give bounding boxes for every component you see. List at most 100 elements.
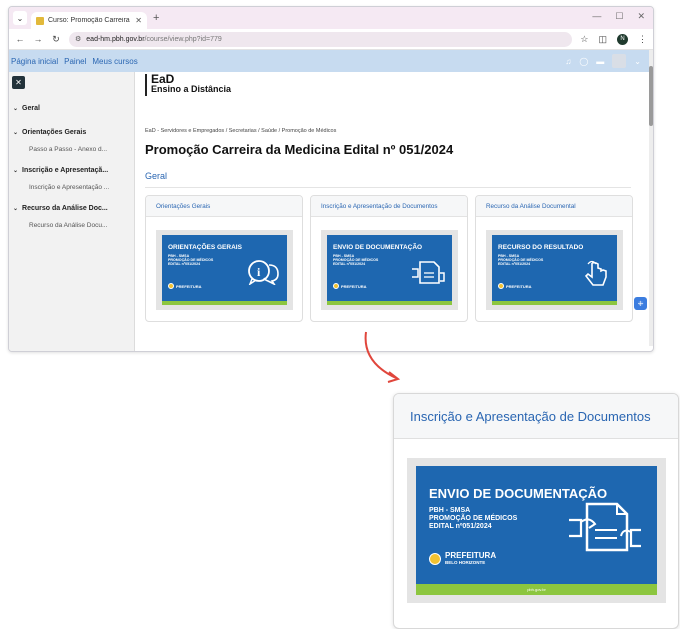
card-banner: RECURSO DO RESULTADO PBH - SMSA PROMOÇÃO… [492,235,617,305]
maximize-button[interactable]: ☐ [615,11,623,22]
zoomed-banner: ENVIO DE DOCUMENTAÇÃO PBH - SMSA PROMOÇÃ… [416,466,657,595]
prefeitura-logo: PREFEITURA BELO HORIZONTE [429,552,496,566]
sidebar-section-orientacoes[interactable]: ⌄ Orientações Gerais [9,126,135,138]
back-icon[interactable]: ← [15,34,25,44]
new-tab-button[interactable]: + [151,12,159,24]
chevron-down-icon: ⌄ [13,205,19,212]
nav-dashboard-link[interactable]: Painel [64,57,86,66]
bookmark-star-icon[interactable]: ☆ [580,34,588,45]
forward-icon[interactable]: → [33,34,43,44]
card-image[interactable]: ENVIO DE DOCUMENTAÇÃO PBH - SMSA PROMOÇÃ… [321,230,458,310]
sidebar-item-recurso[interactable]: Recurso da Análise Docu... [9,219,135,231]
window-controls: — ☐ ✕ [592,11,645,22]
sidebar-item-passo-a-passo[interactable]: Passo a Passo - Anexo d... [9,143,135,155]
sidebar-section-label: Orientações Gerais [22,128,87,136]
address-bar: ← → ↻ ⚙ ead-hm.pbh.gov.br/course/view.ph… [9,29,653,50]
banner-title: ORIENTAÇÕES GERAIS [168,244,242,251]
seal-icon [168,283,174,289]
page-title: Promoção Carreira da Medicina Edital nº … [145,142,454,157]
nav-my-courses-link[interactable]: Meus cursos [92,57,137,66]
logo-text: PREFEITURA [341,283,367,289]
banner-line: EDITAL nº051/2024 [333,262,366,267]
section-title[interactable]: Geral [145,171,167,181]
page-scrollbar[interactable] [649,50,653,346]
logo-divider [145,74,147,96]
browser-menu-icon[interactable]: ⋮ [638,34,647,45]
tab-bar: ⌄ Curso: Promoção Carreira da Me ✕ + — ☐… [9,7,653,29]
course-index-sidebar: ✕ ⌄ Geral ⌄ Orientações Gerais Passo a Pas… [9,72,135,351]
scrollbar-thumb[interactable] [649,66,653,126]
site-nav-bar: Página inicial Painel Meus cursos ♫ ◯ ▬ … [9,50,653,72]
seal-icon [333,283,339,289]
zoomed-card-header[interactable]: Inscrição e Apresentação de Documentos [394,394,678,439]
zoomed-card-image[interactable]: ENVIO DE DOCUMENTAÇÃO PBH - SMSA PROMOÇÃ… [407,458,666,603]
banner-line: EDITAL nº051/2024 [429,523,492,530]
chevron-down-icon: ⌄ [13,129,19,136]
sidebar-item-inscricao[interactable]: Inscrição e Apresentação ... [9,181,135,193]
sidebar-section-inscricao[interactable]: ⌄ Inscrição e Apresentaçã... [9,164,135,176]
activity-card-orientacoes[interactable]: Orientações Gerais ORIENTAÇÕES GERAIS PB… [145,195,303,322]
card-header[interactable]: Inscrição e Apresentação de Documentos [311,196,467,217]
banner-footer [492,301,617,305]
url-path: /course/view.php?id=779 [144,35,222,43]
breadcrumb[interactable]: EaD - Servidores e Empregados / Secretar… [145,128,336,134]
nav-home-link[interactable]: Página inicial [11,57,58,66]
banner-title: ENVIO DE DOCUMENTAÇÃO [333,244,423,251]
course-main: EaD Ensino a Distância EaD - Servidores … [135,72,653,351]
seal-icon [498,283,504,289]
activity-card-recurso[interactable]: Recurso da Análise Documental RECURSO DO… [475,195,633,322]
prefeitura-logo: PREFEITURA [168,283,202,289]
banner-footer: pbh.gov.br [416,584,657,595]
banner-line: PBH - SMSA [429,507,471,514]
document-hand-icon [569,502,641,552]
card-banner: ORIENTAÇÕES GERAIS PBH - SMSA PROMOÇÃO D… [162,235,287,305]
close-window-button[interactable]: ✕ [637,11,645,22]
banner-footer [162,301,287,305]
site-favicon-icon [36,16,44,25]
prefeitura-logo: PREFEITURA [498,283,532,289]
banner-title: RECURSO DO RESULTADO [498,244,584,251]
logo-text: PREFEITURA [506,283,532,289]
chevron-down-icon: ⌄ [13,167,19,174]
banner-line: EDITAL nº051/2024 [498,262,531,267]
minimize-button[interactable]: — [592,11,601,22]
chevron-down-icon: ⌄ [13,105,19,112]
profile-avatar[interactable]: N [617,33,628,45]
browser-tab[interactable]: Curso: Promoção Carreira da Me ✕ [31,12,147,29]
zoomed-card-inscricao[interactable]: Inscrição e Apresentação de Documentos E… [393,393,679,629]
url-host: ead-hm.pbh.gov.br [86,35,145,43]
card-header[interactable]: Recurso da Análise Documental [476,196,632,217]
info-chat-icon: i [248,260,279,285]
document-hand-icon [412,261,445,284]
logo-subtext: BELO HORIZONTE [445,560,486,565]
close-sidebar-button[interactable]: ✕ [12,76,25,89]
messages-icon[interactable]: ◯ [579,57,588,66]
activity-card-inscricao[interactable]: Inscrição e Apresentação de Documentos E… [310,195,468,322]
tab-close-icon[interactable]: ✕ [135,16,142,25]
site-info-icon[interactable]: ⚙ [75,35,81,43]
user-avatar[interactable] [612,54,627,68]
card-banner: ENVIO DE DOCUMENTAÇÃO PBH - SMSA PROMOÇÃ… [327,235,452,305]
curved-arrow-icon [364,331,401,383]
tab-title: Curso: Promoção Carreira da Me [48,17,131,24]
pointer-hand-icon [584,260,607,286]
card-image[interactable]: ORIENTAÇÕES GERAIS PBH - SMSA PROMOÇÃO D… [156,230,293,310]
url-input[interactable]: ⚙ ead-hm.pbh.gov.br/course/view.php?id=7… [69,31,573,47]
extensions-icon[interactable]: ◫ [598,34,607,45]
card-image[interactable]: RECURSO DO RESULTADO PBH - SMSA PROMOÇÃO… [486,230,623,310]
reload-icon[interactable]: ↻ [51,34,61,45]
accessibility-button[interactable]: ⁜ [634,297,647,310]
logo-subtitle: Ensino a Distância [151,84,232,94]
notifications-icon[interactable]: ♫ [565,57,571,66]
banner-footer [327,301,452,305]
sidebar-section-geral[interactable]: ⌄ Geral [9,102,135,114]
user-menu-chevron-icon[interactable]: ⌄ [634,57,641,66]
sidebar-section-recurso[interactable]: ⌄ Recurso da Análise Doc... [9,202,135,214]
menu-icon[interactable]: ▬ [596,57,604,66]
svg-text:i: i [257,265,261,279]
card-header[interactable]: Orientações Gerais [146,196,302,217]
banner-line: EDITAL nº051/2024 [168,262,201,267]
banner-title: ENVIO DE DOCUMENTAÇÃO [429,486,608,501]
tab-list-button[interactable]: ⌄ [13,11,27,25]
sidebar-section-label: Recurso da Análise Doc... [22,204,108,212]
